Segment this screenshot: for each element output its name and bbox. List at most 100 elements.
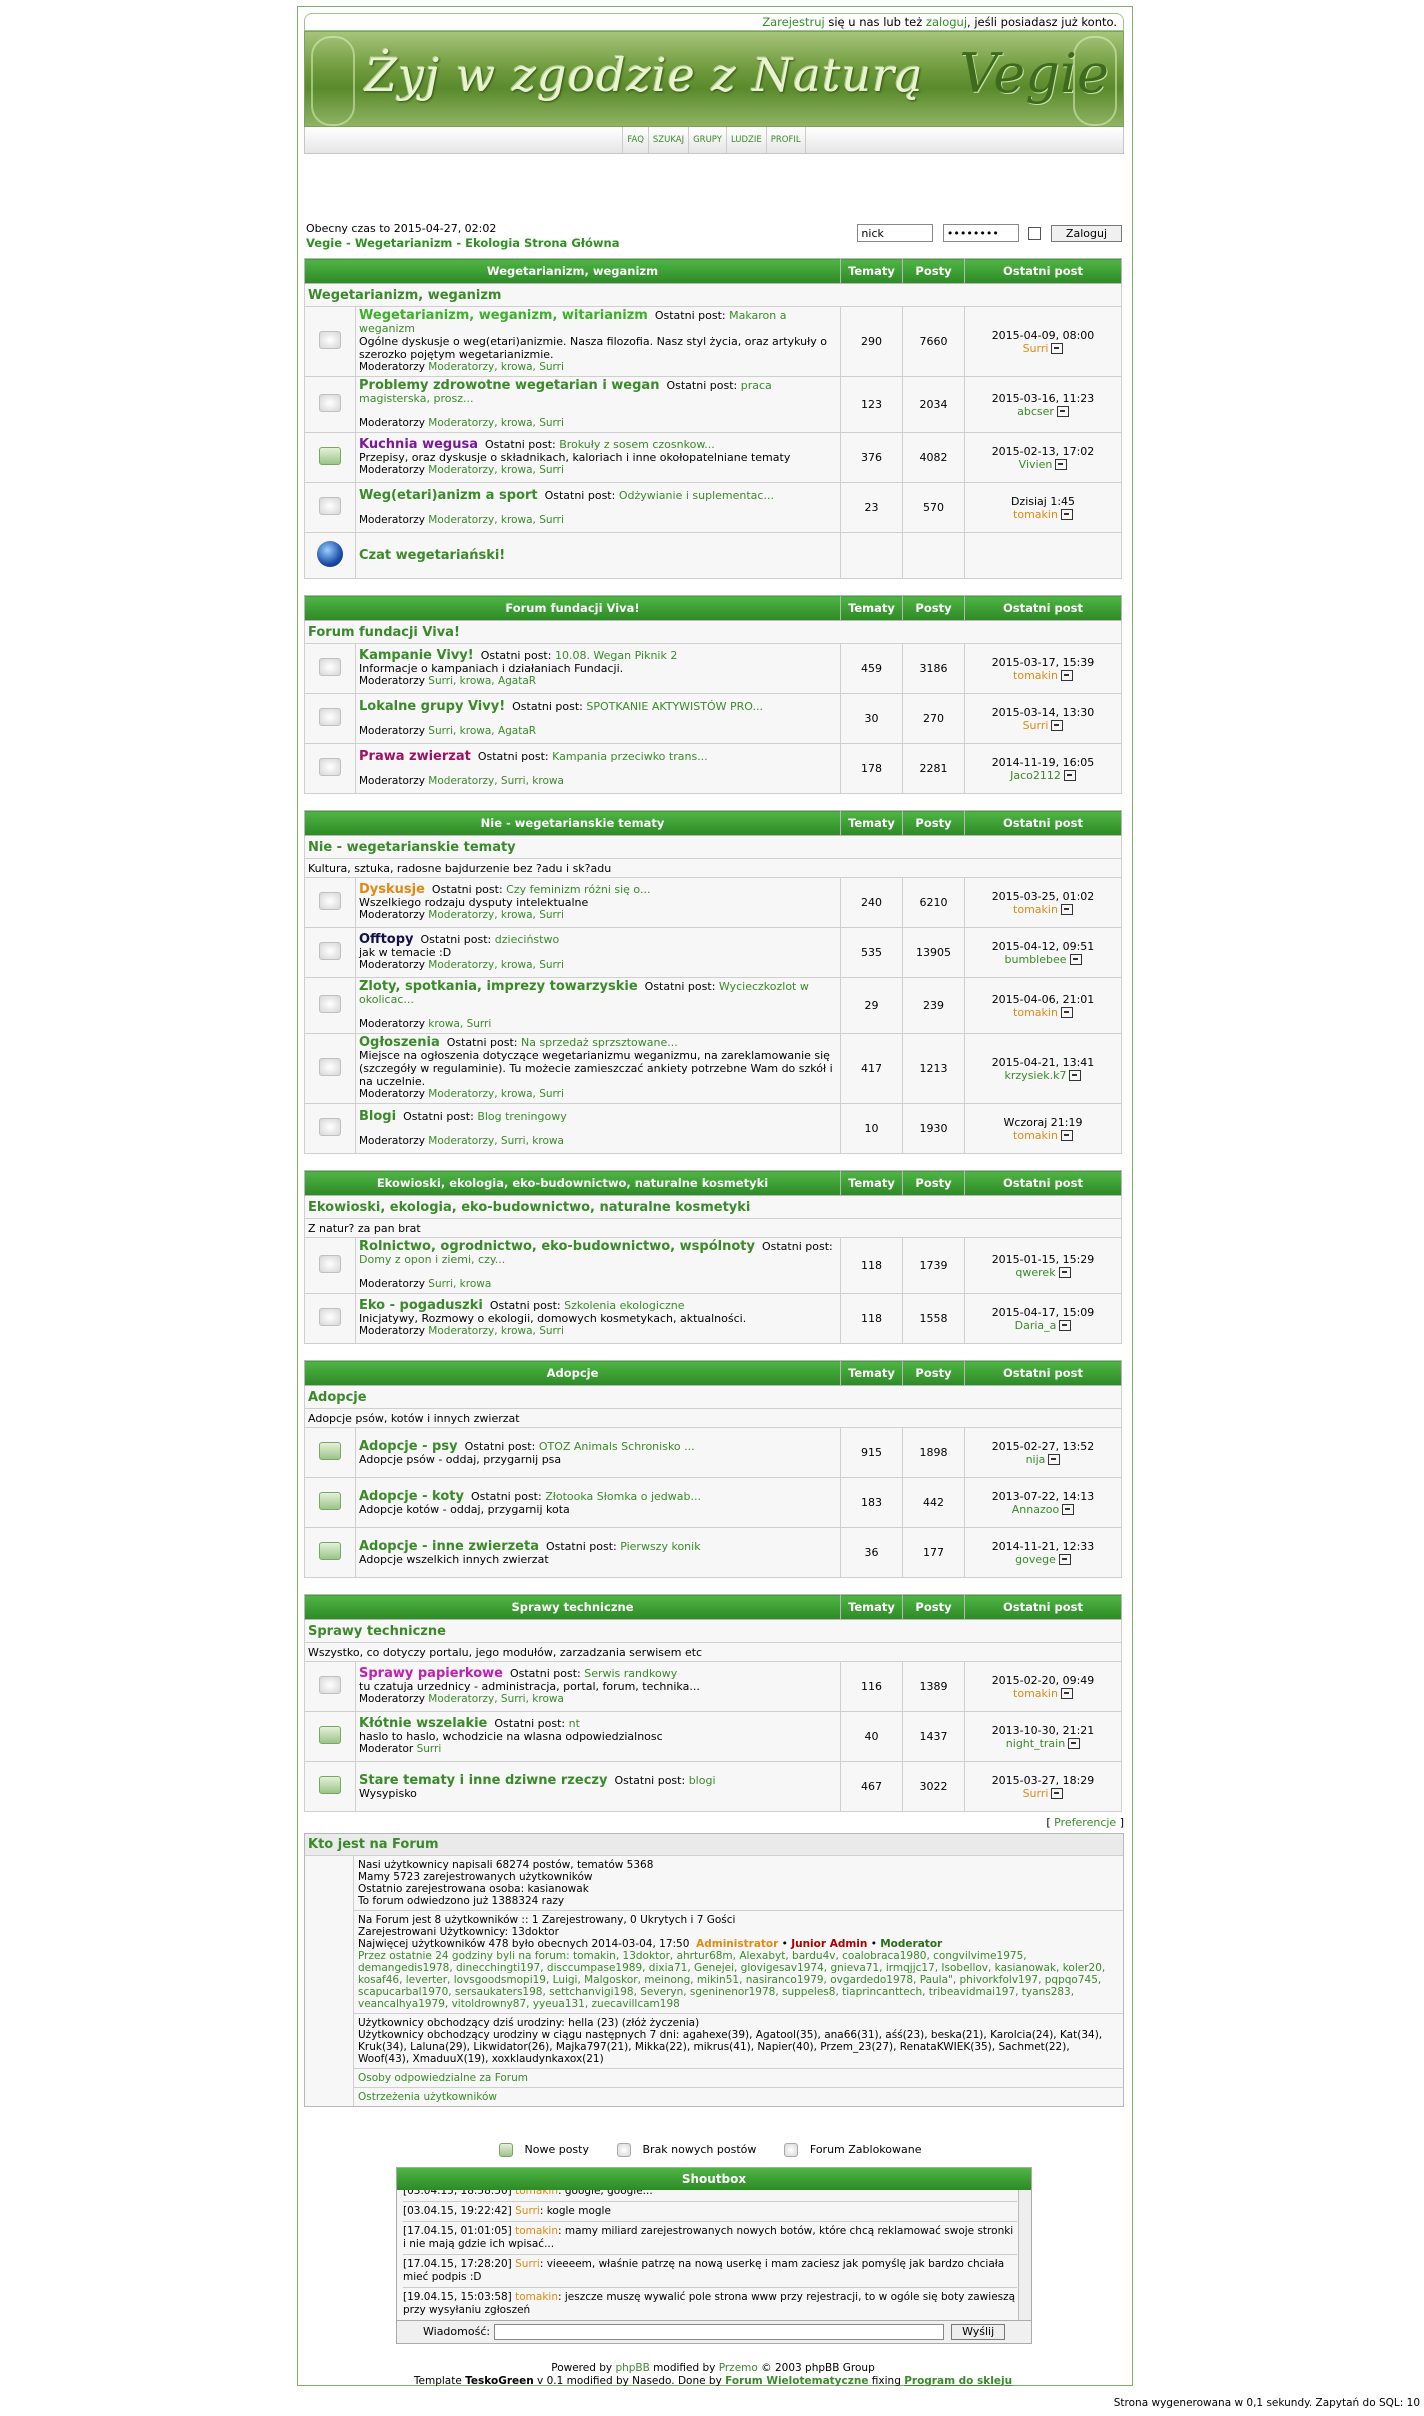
shout-user[interactable]: Surri [515, 2258, 540, 2270]
shout-user[interactable]: tomakin [515, 2225, 558, 2237]
last-post-topic[interactable]: Złotooka Słomka o jedwab... [545, 1490, 701, 1503]
goto-last-post-icon[interactable] [1059, 1320, 1072, 1331]
message-input[interactable] [493, 2324, 944, 2340]
menu-item-grupy[interactable]: GRUPY [688, 127, 726, 153]
section-header[interactable]: Nie - wegetarianskie tematy [304, 810, 841, 836]
shout-user[interactable]: tomakin [515, 2190, 558, 2197]
program-do-skleju-link[interactable]: Program do skleju [904, 2375, 1012, 2387]
who-title[interactable]: Kto jest na Forum [305, 1834, 1123, 1856]
last-post-user[interactable]: bumblebee [1005, 953, 1067, 966]
goto-last-post-icon[interactable] [1062, 1504, 1075, 1515]
last-post-topic[interactable]: Na sprzedaż sprzsztowane... [521, 1036, 678, 1049]
preferences-link[interactable]: Preferencje [1054, 1816, 1116, 1829]
forum-name[interactable]: Prawa zwierzat [359, 749, 471, 764]
last-post-user[interactable]: tomakin [1013, 1129, 1058, 1142]
section-header[interactable]: Forum fundacji Viva! [304, 595, 841, 621]
last-post-user[interactable]: Surri [1023, 1787, 1049, 1800]
goto-last-post-icon[interactable] [1060, 1688, 1073, 1699]
last-post-topic[interactable]: Serwis randkowy [584, 1667, 677, 1680]
last-post-topic[interactable]: Szkolenia ekologiczne [564, 1299, 684, 1312]
moderators-list[interactable]: Moderatorzy, krowa, Surri [428, 1325, 564, 1337]
goto-last-post-icon[interactable] [1051, 720, 1064, 731]
shout-user[interactable]: tomakin [515, 2291, 558, 2303]
goto-last-post-icon[interactable] [1058, 1554, 1071, 1565]
warnings-link[interactable]: Ostrzeżenia użytkowników [358, 2091, 497, 2103]
moderators-list[interactable]: Moderatorzy, krowa, Surri [428, 1088, 564, 1100]
last-post-topic[interactable]: Odżywianie i suplementac... [619, 489, 774, 502]
register-link[interactable]: Zarejestruj [762, 15, 824, 29]
goto-last-post-icon[interactable] [1068, 1738, 1081, 1749]
last-post-user[interactable]: Jaco2112 [1010, 769, 1061, 782]
last-post-user[interactable]: tomakin [1013, 669, 1058, 682]
category-title[interactable]: Forum fundacji Viva! [304, 620, 1122, 644]
menu-item-ludzie[interactable]: LUDZIE [725, 127, 766, 153]
goto-last-post-icon[interactable] [1056, 406, 1069, 417]
moderators-list[interactable]: Moderatorzy, krowa, Surri [428, 909, 564, 921]
autologin-checkbox[interactable] [1028, 227, 1042, 240]
category-title[interactable]: Wegetarianizm, weganizm [304, 283, 1122, 307]
last-post-user[interactable]: Surri [1023, 342, 1049, 355]
menu-item-faq[interactable]: FAQ [622, 127, 647, 153]
goto-last-post-icon[interactable] [1060, 904, 1073, 915]
forum-name[interactable]: Kłótnie wszelakie [359, 1716, 487, 1731]
forum-name[interactable]: Wegetarianizm, weganizm, witarianizm [359, 308, 648, 323]
last-post-topic[interactable]: Pierwszy konik [620, 1540, 700, 1553]
forum-wielotematyczne-link[interactable]: Forum Wielotematyczne [725, 2375, 868, 2387]
moderators-list[interactable]: Moderatorzy, krowa, Surri [428, 361, 564, 373]
last-post-topic[interactable]: Blog treningowy [477, 1110, 566, 1123]
last-post-topic[interactable]: OTOZ Animals Schronisko ... [539, 1440, 695, 1453]
forum-name[interactable]: Kampanie Vivy! [359, 648, 474, 663]
forum-name[interactable]: Kuchnia wegusa [359, 437, 478, 452]
moderators-list[interactable]: Surri, krowa, AgataR [428, 675, 536, 687]
goto-last-post-icon[interactable] [1060, 1007, 1073, 1018]
goto-last-post-icon[interactable] [1051, 343, 1064, 354]
last-post-user[interactable]: tomakin [1013, 1006, 1058, 1019]
login-button[interactable]: Zaloguj [1050, 224, 1122, 242]
moderators-list[interactable]: Moderatorzy, krowa, Surri [428, 417, 564, 429]
moderators-list[interactable]: Moderatorzy, krowa, Surri [428, 514, 564, 526]
last-post-topic[interactable]: dzieciństwo [495, 933, 559, 946]
goto-last-post-icon[interactable] [1060, 670, 1073, 681]
last-post-user[interactable]: tomakin [1013, 1687, 1058, 1700]
last-post-topic[interactable]: 10.08. Wegan Piknik 2 [555, 649, 677, 662]
forum-name[interactable]: Sprawy papierkowe [359, 1666, 503, 1681]
goto-last-post-icon[interactable] [1060, 509, 1073, 520]
staff-link[interactable]: Osoby odpowiedzialne za Forum [358, 2072, 528, 2084]
moderators-list[interactable]: Surri, krowa [428, 1278, 491, 1290]
last-post-user[interactable]: abcser [1017, 405, 1054, 418]
section-header[interactable]: Wegetarianizm, weganizm [304, 258, 841, 284]
goto-last-post-icon[interactable] [1058, 1267, 1071, 1278]
last-post-user[interactable]: tomakin [1013, 508, 1058, 521]
last-post-topic[interactable]: nt [569, 1717, 580, 1730]
last-post-user[interactable]: Daria_a [1015, 1319, 1057, 1332]
username-input[interactable] [857, 224, 934, 242]
moderators-list[interactable]: Moderatorzy, krowa, Surri [428, 464, 564, 476]
last-post-topic[interactable]: Kampania przeciwko trans... [552, 750, 708, 763]
home-breadcrumb[interactable]: Vegie - Wegetarianizm - Ekologia Strona … [306, 236, 620, 250]
category-title[interactable]: Nie - wegetarianskie tematy [304, 835, 1122, 859]
forum-name[interactable]: Problemy zdrowotne wegetarian i wegan [359, 378, 659, 393]
forum-name[interactable]: Weg(etari)anizm a sport [359, 488, 538, 503]
shoutbox-messages[interactable]: [03.04.15, 18:58:50] tomakin: google, go… [397, 2190, 1031, 2320]
moderators-list[interactable]: Moderatorzy, Surri, krowa [428, 775, 564, 787]
shout-user[interactable]: Surri [515, 2205, 540, 2217]
banner[interactable]: Żyj w zgodzie z Naturą Vegie [304, 31, 1124, 127]
send-button[interactable]: Wyślij [951, 2324, 1006, 2340]
forum-name[interactable]: Adopcje - inne zwierzeta [359, 1539, 539, 1554]
forum-name[interactable]: Rolnictwo, ogrodnictwo, eko-budownictwo,… [359, 1239, 755, 1254]
goto-last-post-icon[interactable] [1069, 1070, 1082, 1081]
goto-last-post-icon[interactable] [1063, 770, 1076, 781]
category-title[interactable]: Adopcje [304, 1385, 1122, 1409]
shoutbox-scrollbar[interactable] [1018, 2190, 1031, 2320]
goto-last-post-icon[interactable] [1069, 954, 1082, 965]
password-input[interactable] [942, 224, 1019, 242]
moderators-list[interactable]: Moderatorzy, Surri, krowa [428, 1693, 564, 1705]
goto-last-post-icon[interactable] [1048, 1454, 1061, 1465]
login-link[interactable]: zaloguj [926, 15, 967, 29]
forum-name[interactable]: Stare tematy i inne dziwne rzeczy [359, 1773, 607, 1788]
last-post-user[interactable]: Vivien [1019, 458, 1053, 471]
phpbb-link[interactable]: phpBB [615, 2362, 649, 2374]
last-post-user[interactable]: qwerek [1015, 1266, 1055, 1279]
section-header[interactable]: Adopcje [304, 1360, 841, 1386]
category-title[interactable]: Sprawy techniczne [304, 1619, 1122, 1643]
